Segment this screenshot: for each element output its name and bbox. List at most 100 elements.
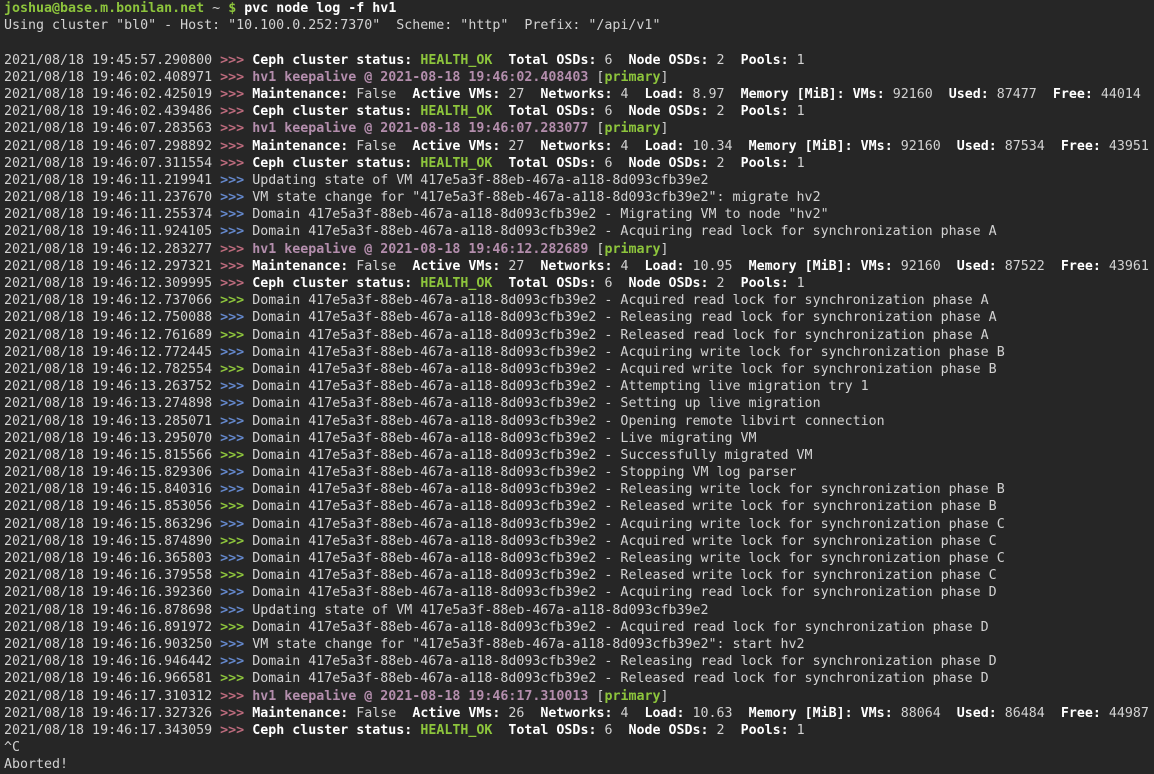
log-text-segment: Domain 417e5a3f-88eb-467a-a118-8d093cfb3… bbox=[252, 551, 1005, 566]
log-text-segment: 26 bbox=[500, 706, 540, 721]
log-text-segment: Node OSDs: bbox=[628, 53, 708, 68]
log-timestamp: 2021/08/18 19:46:16.891972 bbox=[4, 620, 220, 635]
log-text-segment: Free: bbox=[1061, 259, 1101, 274]
log-text-segment: Domain 417e5a3f-88eb-467a-a118-8d093cfb3… bbox=[252, 448, 812, 463]
log-text-segment: Ceph cluster status: bbox=[252, 276, 412, 291]
log-text-segment: hv1 keepalive @ 2021-08-18 19:46:12.2826… bbox=[252, 242, 588, 257]
log-timestamp: 2021/08/18 19:46:02.408971 bbox=[4, 70, 220, 85]
log-text-segment: 2 bbox=[709, 723, 741, 738]
log-arrow: >>> bbox=[220, 431, 252, 446]
log-timestamp: 2021/08/18 19:46:16.878698 bbox=[4, 603, 220, 618]
log-text-segment: 10.63 bbox=[685, 706, 749, 721]
log-text-segment: Used: bbox=[957, 259, 997, 274]
log-arrow: >>> bbox=[220, 310, 252, 325]
log-text-segment: Total OSDs: bbox=[508, 53, 596, 68]
log-line: 2021/08/18 19:46:12.772445 >>> Domain 41… bbox=[4, 344, 1154, 361]
log-text-segment: 6 bbox=[596, 104, 628, 119]
log-text-segment: hv1 keepalive @ 2021-08-18 19:46:07.2830… bbox=[252, 121, 588, 136]
log-line: 2021/08/18 19:45:57.290800 >>> Ceph clus… bbox=[4, 52, 1154, 69]
log-text-segment: Node OSDs: bbox=[628, 104, 708, 119]
log-text-segment: Active VMs: bbox=[412, 706, 500, 721]
log-timestamp: 2021/08/18 19:46:15.874890 bbox=[4, 534, 220, 549]
log-text-segment: HEALTH_OK bbox=[420, 53, 492, 68]
log-arrow: >>> bbox=[220, 379, 252, 394]
log-text-segment: primary bbox=[604, 70, 660, 85]
log-arrow: >>> bbox=[220, 654, 252, 669]
log-output: 2021/08/18 19:45:57.290800 >>> Ceph clus… bbox=[4, 52, 1154, 740]
log-text-segment: Total OSDs: bbox=[508, 104, 596, 119]
log-text-segment: Domain 417e5a3f-88eb-467a-a118-8d093cfb3… bbox=[252, 431, 756, 446]
log-text-segment: primary bbox=[604, 689, 660, 704]
log-line: 2021/08/18 19:46:16.392360 >>> Domain 41… bbox=[4, 584, 1154, 601]
log-timestamp: 2021/08/18 19:46:11.219941 bbox=[4, 173, 220, 188]
log-arrow: >>> bbox=[220, 551, 252, 566]
log-timestamp: 2021/08/18 19:46:07.298892 bbox=[4, 139, 220, 154]
log-line: 2021/08/18 19:46:15.853056 >>> Domain 41… bbox=[4, 498, 1154, 515]
log-text-segment: Free: bbox=[1053, 87, 1093, 102]
log-text-segment: Maintenance: bbox=[252, 87, 348, 102]
log-line: 2021/08/18 19:46:16.966581 >>> Domain 41… bbox=[4, 670, 1154, 687]
log-text-segment: VMs: bbox=[861, 706, 893, 721]
log-timestamp: 2021/08/18 19:46:11.924105 bbox=[4, 224, 220, 239]
log-text-segment: Active VMs: bbox=[412, 259, 500, 274]
log-arrow: >>> bbox=[220, 207, 252, 222]
log-text-segment: Ceph cluster status: bbox=[252, 53, 412, 68]
log-line: 2021/08/18 19:46:16.379558 >>> Domain 41… bbox=[4, 567, 1154, 584]
log-text-segment bbox=[853, 259, 861, 274]
log-arrow: >>> bbox=[220, 689, 252, 704]
log-timestamp: 2021/08/18 19:46:17.327326 bbox=[4, 706, 220, 721]
log-text-segment: 1 bbox=[789, 276, 805, 291]
log-timestamp: 2021/08/18 19:46:13.285071 bbox=[4, 414, 220, 429]
log-line: 2021/08/18 19:46:02.439486 >>> Ceph clus… bbox=[4, 103, 1154, 120]
log-line: 2021/08/18 19:46:02.425019 >>> Maintenan… bbox=[4, 86, 1154, 103]
log-text-segment: False bbox=[348, 87, 412, 102]
log-text-segment bbox=[492, 104, 508, 119]
prompt-cwd-sep bbox=[204, 1, 212, 16]
log-text-segment: Maintenance: bbox=[252, 259, 348, 274]
log-timestamp: 2021/08/18 19:46:13.295070 bbox=[4, 431, 220, 446]
log-text-segment: [ bbox=[588, 70, 604, 85]
log-text-segment: Domain 417e5a3f-88eb-467a-a118-8d093cfb3… bbox=[252, 310, 997, 325]
log-text-segment: False bbox=[348, 139, 412, 154]
log-text-segment: Ceph cluster status: bbox=[252, 723, 412, 738]
log-arrow: >>> bbox=[220, 637, 252, 652]
log-text-segment: 4 bbox=[612, 139, 644, 154]
log-text-segment: Domain 417e5a3f-88eb-467a-a118-8d093cfb3… bbox=[252, 293, 989, 308]
log-text-segment: Node OSDs: bbox=[628, 156, 708, 171]
terminal-window[interactable]: joshua@base.m.bonilan.net ~ $ pvc node l… bbox=[0, 0, 1154, 774]
log-text-segment: 10.95 bbox=[685, 259, 749, 274]
log-text-segment: 87534 bbox=[997, 139, 1061, 154]
log-arrow: >>> bbox=[220, 603, 252, 618]
log-line: 2021/08/18 19:46:16.891972 >>> Domain 41… bbox=[4, 619, 1154, 636]
log-text-segment: Domain 417e5a3f-88eb-467a-a118-8d093cfb3… bbox=[252, 517, 1005, 532]
log-text-segment bbox=[492, 156, 508, 171]
log-line: 2021/08/18 19:46:12.309995 >>> Ceph clus… bbox=[4, 275, 1154, 292]
log-line: 2021/08/18 19:46:07.298892 >>> Maintenan… bbox=[4, 138, 1154, 155]
log-text-segment: Pools: bbox=[741, 723, 789, 738]
log-timestamp: 2021/08/18 19:46:15.815566 bbox=[4, 448, 220, 463]
log-text-segment: Networks: bbox=[540, 259, 612, 274]
log-text-segment: 88064 bbox=[893, 706, 957, 721]
log-line: 2021/08/18 19:46:16.365803 >>> Domain 41… bbox=[4, 550, 1154, 567]
log-arrow: >>> bbox=[220, 224, 252, 239]
log-line: 2021/08/18 19:46:12.737066 >>> Domain 41… bbox=[4, 292, 1154, 309]
log-text-segment: Memory [MiB]: bbox=[741, 87, 845, 102]
log-text-segment: 43961 bbox=[1101, 259, 1149, 274]
log-text-segment: primary bbox=[604, 242, 660, 257]
prompt-user: joshua@base.m.bonilan.net bbox=[4, 1, 204, 16]
log-timestamp: 2021/08/18 19:46:12.737066 bbox=[4, 293, 220, 308]
log-line: 2021/08/18 19:46:15.829306 >>> Domain 41… bbox=[4, 464, 1154, 481]
log-text-segment: 86484 bbox=[997, 706, 1061, 721]
log-text-segment: 92160 bbox=[893, 139, 957, 154]
log-text-segment: [ bbox=[588, 242, 604, 257]
log-timestamp: 2021/08/18 19:46:13.274898 bbox=[4, 396, 220, 411]
log-text-segment: HEALTH_OK bbox=[420, 276, 492, 291]
log-arrow: >>> bbox=[220, 276, 252, 291]
log-text-segment: Pools: bbox=[741, 104, 789, 119]
log-text-segment: ] bbox=[660, 689, 668, 704]
log-timestamp: 2021/08/18 19:46:02.439486 bbox=[4, 104, 220, 119]
log-text-segment: 1 bbox=[789, 723, 805, 738]
log-arrow: >>> bbox=[220, 534, 252, 549]
log-text-segment: Active VMs: bbox=[412, 87, 500, 102]
log-text-segment: Domain 417e5a3f-88eb-467a-a118-8d093cfb3… bbox=[252, 207, 828, 222]
